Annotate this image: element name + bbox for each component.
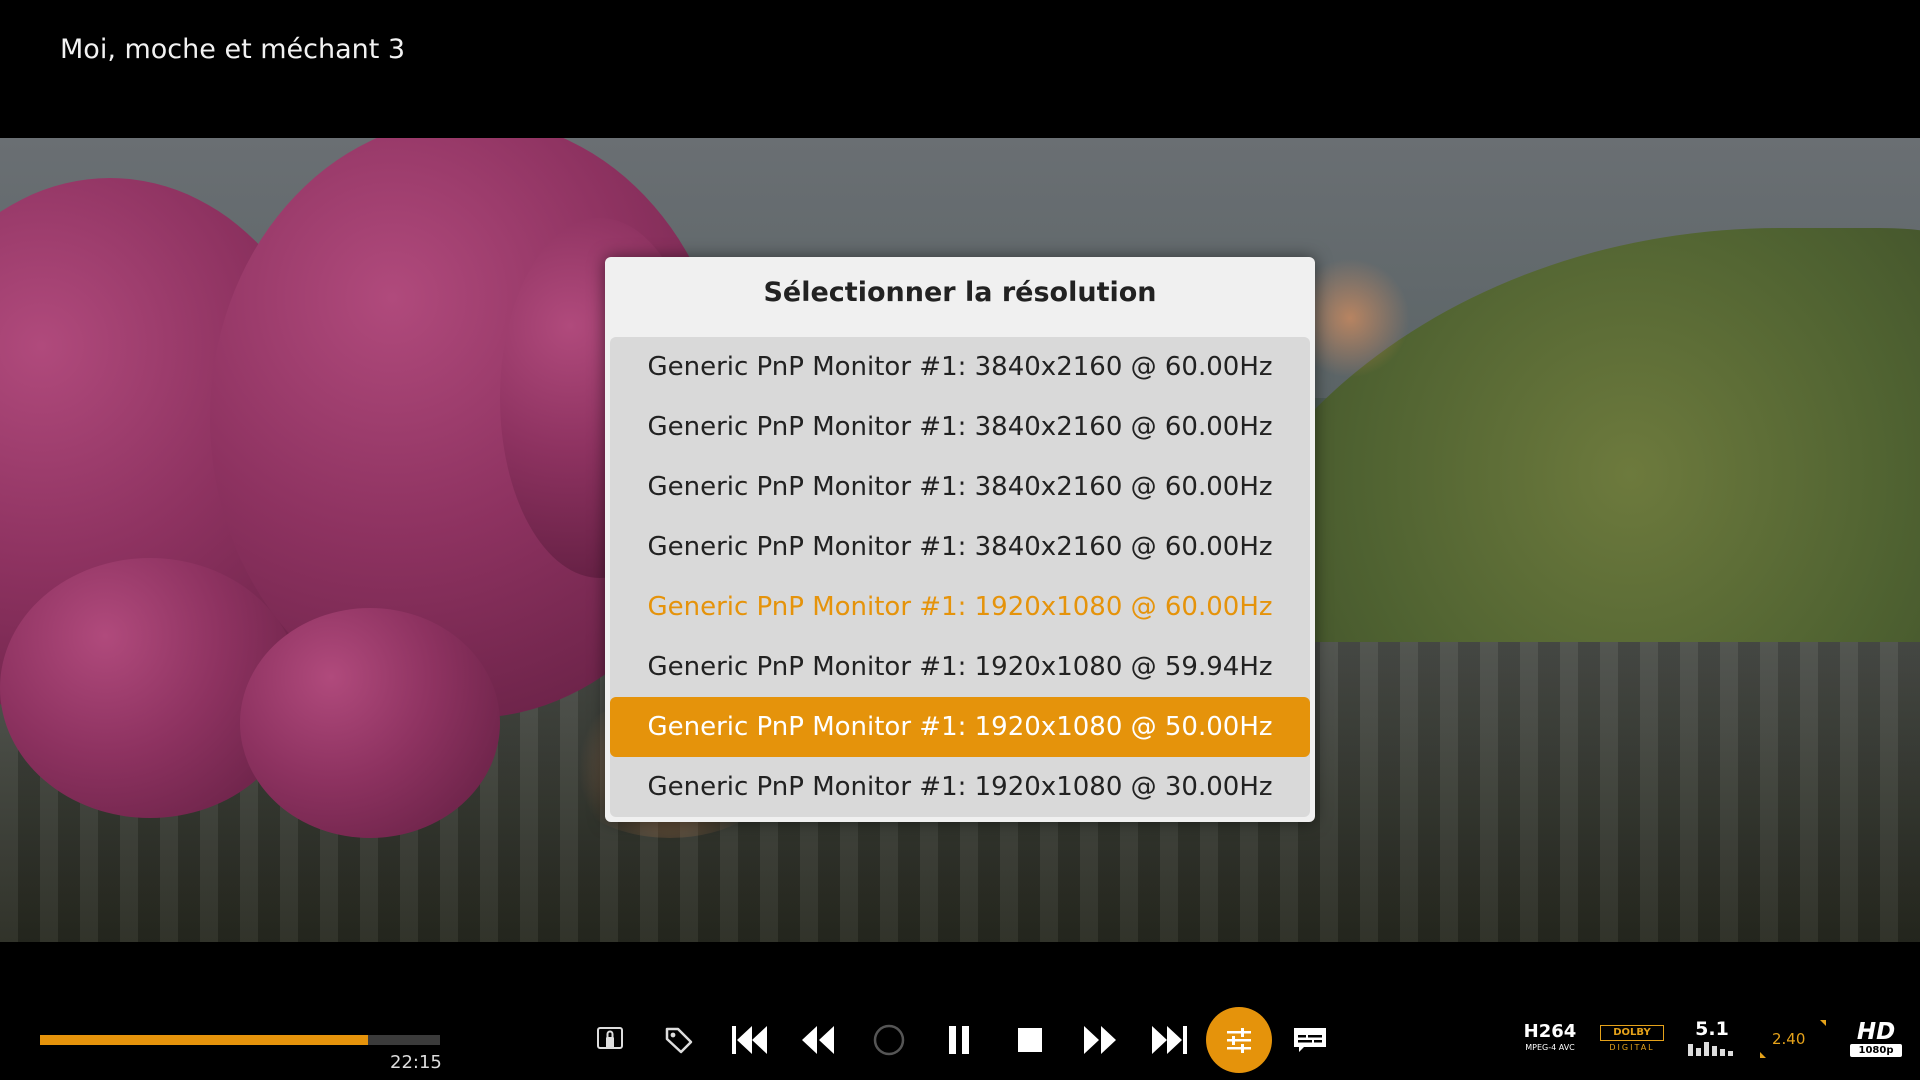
settings-sliders-icon bbox=[1227, 1028, 1251, 1053]
channels-badge: 5.1 bbox=[1686, 1018, 1738, 1060]
progress-bar[interactable] bbox=[40, 1035, 440, 1045]
channels-label: 5.1 bbox=[1695, 1018, 1729, 1040]
skip-previous-icon bbox=[732, 1026, 767, 1054]
hd-label: HD bbox=[1856, 1019, 1896, 1045]
resolution-option[interactable]: Generic PnP Monitor #1: 3840x2160 @ 60.0… bbox=[610, 397, 1310, 457]
rewind-icon bbox=[802, 1026, 834, 1054]
aspect-ratio-badge: 2.40 bbox=[1758, 1018, 1828, 1060]
pause-icon bbox=[949, 1026, 969, 1054]
record-icon bbox=[873, 1024, 905, 1056]
pause-button[interactable] bbox=[927, 1008, 991, 1072]
skip-previous-button[interactable] bbox=[718, 1008, 782, 1072]
codec-badge: H264 MPEG-4 AVC bbox=[1522, 1022, 1578, 1054]
video-blob bbox=[240, 608, 500, 838]
stop-icon bbox=[1018, 1028, 1042, 1052]
resolution-option[interactable]: Generic PnP Monitor #1: 1920x1080 @ 59.9… bbox=[610, 637, 1310, 697]
codec-label: H264 bbox=[1523, 1021, 1577, 1042]
remote-lock-button[interactable] bbox=[578, 1008, 642, 1072]
window-title: Moi, moche et méchant 3 bbox=[60, 34, 406, 65]
remote-lock-icon bbox=[597, 1027, 623, 1049]
rewind-button[interactable] bbox=[786, 1008, 850, 1072]
elapsed-time: 22:15 bbox=[390, 1052, 442, 1073]
dolby-sublabel: DIGITAL bbox=[1609, 1043, 1655, 1052]
dialog-title: Sélectionner la résolution bbox=[763, 277, 1157, 308]
tag-icon bbox=[665, 1027, 693, 1054]
tag-button[interactable] bbox=[647, 1008, 711, 1072]
resolution-option-current[interactable]: Generic PnP Monitor #1: 1920x1080 @ 60.0… bbox=[610, 577, 1310, 637]
resolution-dialog: Sélectionner la résolution Generic PnP M… bbox=[605, 257, 1315, 822]
subtitles-button[interactable] bbox=[1278, 1008, 1342, 1072]
aspect-ratio-label: 2.40 bbox=[1772, 1030, 1806, 1048]
settings-button[interactable] bbox=[1206, 1007, 1272, 1073]
resolution-list: Generic PnP Monitor #1: 3840x2160 @ 60.0… bbox=[610, 337, 1310, 817]
dolby-label: DOLBY bbox=[1600, 1025, 1664, 1041]
resolution-option[interactable]: Generic PnP Monitor #1: 3840x2160 @ 60.0… bbox=[610, 337, 1310, 397]
stop-button[interactable] bbox=[998, 1008, 1062, 1072]
resolution-option-focused[interactable]: Generic PnP Monitor #1: 1920x1080 @ 50.0… bbox=[610, 697, 1310, 757]
record-button[interactable] bbox=[857, 1008, 921, 1072]
audio-levels-icon bbox=[1688, 1042, 1733, 1056]
skip-next-button[interactable] bbox=[1137, 1008, 1201, 1072]
skip-next-icon bbox=[1152, 1026, 1187, 1054]
resolution-option[interactable]: Generic PnP Monitor #1: 3840x2160 @ 60.0… bbox=[610, 517, 1310, 577]
resolution-option[interactable]: Generic PnP Monitor #1: 1920x1080 @ 30.0… bbox=[610, 757, 1310, 817]
subtitles-icon bbox=[1294, 1028, 1326, 1052]
hd-badge: HD 1080p bbox=[1850, 1020, 1902, 1057]
progress-fill bbox=[40, 1035, 368, 1045]
fast-forward-icon bbox=[1084, 1026, 1116, 1054]
fast-forward-button[interactable] bbox=[1068, 1008, 1132, 1072]
resolution-option[interactable]: Generic PnP Monitor #1: 3840x2160 @ 60.0… bbox=[610, 457, 1310, 517]
resolution-label: 1080p bbox=[1850, 1044, 1902, 1057]
codec-sublabel: MPEG-4 AVC bbox=[1525, 1043, 1575, 1052]
dolby-badge: DOLBY DIGITAL bbox=[1600, 1025, 1664, 1055]
